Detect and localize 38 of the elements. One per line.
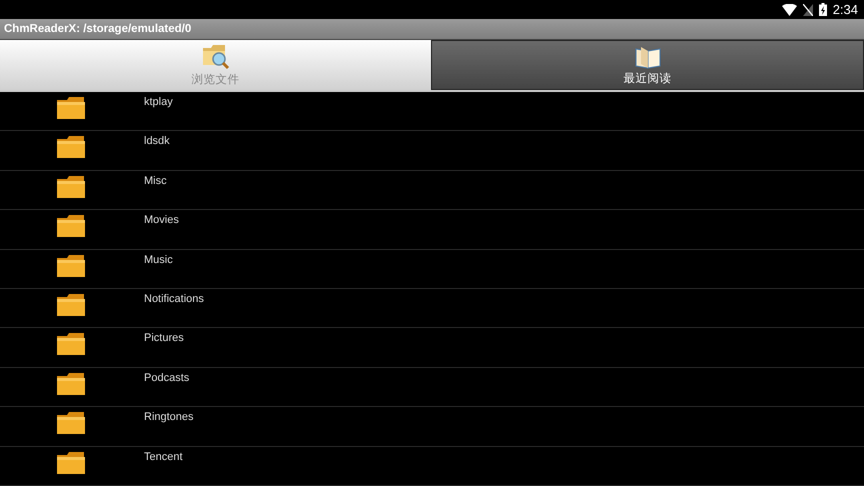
folder-row[interactable]: ktplay <box>0 92 864 132</box>
folder-name: Pictures <box>144 332 184 346</box>
folder-row[interactable]: Misc <box>0 170 864 210</box>
folder-row[interactable]: Podcasts <box>0 368 864 408</box>
folder-row[interactable]: Notifications <box>0 288 864 328</box>
folder-icon <box>56 135 86 160</box>
tab[interactable]: 最近阅读 <box>431 40 864 90</box>
folder-name: Ringtones <box>144 411 194 426</box>
folder-row[interactable]: Tencent <box>0 446 864 486</box>
folder-row[interactable]: Movies <box>0 210 864 250</box>
folder-icon <box>56 174 86 199</box>
folder-name: Misc <box>144 174 167 189</box>
folder-name: ktplay <box>144 96 173 110</box>
folder-icon <box>56 332 86 356</box>
folder-name: Tencent <box>144 450 183 465</box>
folder-search-icon <box>202 44 230 70</box>
folder-icon <box>56 292 86 317</box>
folder-name: Notifications <box>144 292 204 307</box>
folder-icon <box>56 372 86 396</box>
folder-icon <box>56 254 86 278</box>
folder-row[interactable]: ldsdk <box>0 131 864 171</box>
battery-icon <box>818 3 827 16</box>
folder-row[interactable]: Music <box>0 250 864 289</box>
folder-name: Podcasts <box>144 372 190 386</box>
clock-time: 2:34 <box>832 2 858 17</box>
folder-name: ldsdk <box>144 135 170 150</box>
book-icon <box>634 44 660 68</box>
folder-name: Movies <box>144 214 179 228</box>
folder-name: Music <box>144 254 173 268</box>
folder-icon <box>56 411 86 436</box>
window-title: ChmReaderX: /storage/emulated/0 <box>3 22 192 35</box>
folder-icon <box>56 450 86 475</box>
no-signal-icon <box>802 4 813 16</box>
folder-row[interactable]: Pictures <box>0 328 864 368</box>
folder-row[interactable]: Ringtones <box>0 407 864 447</box>
wifi-icon <box>782 4 797 16</box>
folder-icon <box>56 96 86 120</box>
folder-icon <box>56 214 86 238</box>
